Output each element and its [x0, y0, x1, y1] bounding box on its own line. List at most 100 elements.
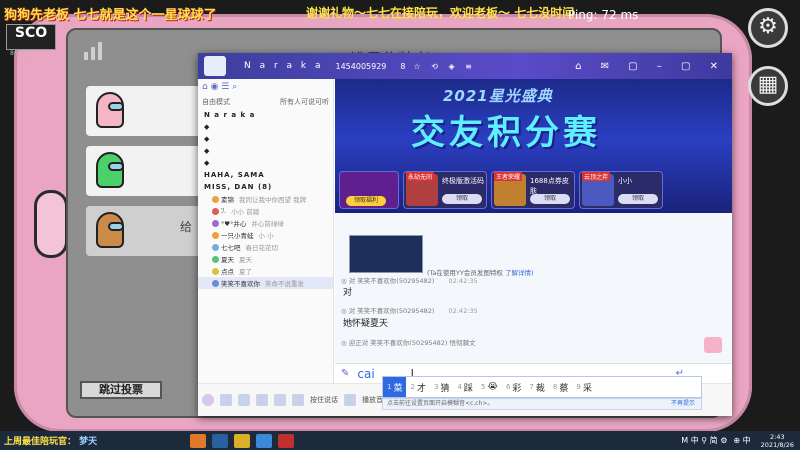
ime-candidate[interactable]: 7裁 [525, 377, 548, 397]
member-badge-icon [212, 219, 219, 227]
system-tray: M 中 ⚲ 简 ⚙ ⊕ 中 2:43 2021/8/26 [681, 433, 800, 449]
channel-item[interactable]: N a r a k a [198, 109, 333, 121]
member-row[interactable]: 一只小青蛙小 小 [198, 229, 333, 241]
window-controls[interactable]: ⌂ ✉ ▢ – ▢ ✕ [575, 61, 726, 72]
channel-item[interactable]: ◆ [198, 145, 333, 157]
candidate-text: 菜 [393, 383, 403, 394]
member-tag: 我同让我中你西望 我牌 [239, 196, 307, 204]
steam-icon[interactable] [212, 433, 228, 448]
event-banner[interactable]: 2021星光盛典 交友积分赛 领取福利 永劫无间 终极版激活码 领取 王者荣耀 1688点… [335, 79, 732, 213]
taskbar-app-icon[interactable] [190, 433, 206, 448]
claim-button[interactable]: 领取 [442, 194, 482, 204]
pen-icon[interactable]: ✎ [341, 368, 349, 379]
promo-card[interactable]: 王者荣耀 1688点券皮肤 领取 [491, 171, 575, 209]
signal-icon [84, 42, 102, 60]
ime-candidate[interactable]: 2才 [406, 377, 429, 397]
promo-card[interactable]: 领取福利 [339, 171, 399, 209]
lang-tray[interactable]: ⊕ 中 [733, 435, 750, 446]
skip-vote-button[interactable]: 跳过投票 [80, 381, 162, 399]
mixer-icon[interactable] [256, 394, 268, 406]
candidate-number: 5 [480, 383, 486, 391]
channel-item[interactable]: ◆ [198, 157, 333, 169]
candidate-number: 2 [410, 383, 415, 391]
promo-card[interactable]: 永劫无间 终极版激活码 领取 [403, 171, 487, 209]
gear-icon[interactable]: ⚙ [748, 8, 788, 48]
ime-candidate[interactable]: 5 😭 [477, 377, 502, 397]
mic-mode-desc: 所有人可说可听 [280, 98, 329, 106]
push-to-talk-label[interactable]: 按住说话 [310, 395, 338, 405]
candidate-number: 3 [433, 383, 439, 391]
marquee-name: 梦天 [79, 437, 98, 447]
window-titlebar[interactable]: N a r a k a 1454005929 8 ☆ ⟲ ◈ ≡ ⌂ ✉ ▢ –… [198, 53, 732, 79]
mic-icon[interactable] [220, 394, 232, 406]
channel-item[interactable]: ◆ [198, 133, 333, 145]
member-badge-icon [212, 279, 219, 287]
star-app-icon[interactable] [256, 433, 272, 448]
member-row[interactable]: 七七吧 春日花花切 [198, 241, 333, 253]
message-sender[interactable]: ◎ 对 笑笑不喜欢你(50295482) [341, 307, 434, 315]
ime-candidate[interactable]: 3猜 [430, 377, 453, 397]
player-card[interactable] [86, 86, 204, 136]
promo-label: 终极版激活码 [442, 177, 484, 185]
member-row[interactable]: 素锦 我同让我中你西望 我牌 [198, 193, 333, 205]
sidebar-tabs[interactable]: ⌂ ◉ ☰ ⌕ [198, 79, 333, 95]
message-meta: ◎ 对 笑笑不喜欢你(50295482) 02:42:35 [341, 305, 478, 315]
ime-tip-dismiss[interactable]: 不再提示 [671, 399, 695, 409]
claim-button[interactable]: 领取福利 [346, 196, 386, 206]
ime-tray[interactable]: M 中 ⚲ 简 ⚙ [681, 435, 727, 446]
member-row[interactable]: ℐ. 小小 前踏 [198, 205, 333, 217]
effects-icon[interactable] [274, 394, 286, 406]
member-row[interactable]: 点点 夏了 [198, 265, 333, 277]
member-tag: 夏了 [239, 268, 252, 276]
member-row[interactable]: 夏天 夏天 [198, 253, 333, 265]
claim-button[interactable]: 领取 [530, 194, 570, 204]
member-row[interactable]: °♥°井心 井心前绿绿 [198, 217, 333, 229]
promo-label: 1688点券皮肤 [530, 177, 569, 195]
message-sender[interactable]: ◎ 对 笑笑不喜欢你(50295482) [341, 277, 434, 285]
music-icon[interactable] [344, 394, 356, 406]
candidate-text: 蔡 [559, 383, 569, 394]
taskbar-marquee: 上周最佳陪玩官： 梦天 [0, 434, 190, 447]
candidate-text: 猜 [440, 383, 450, 394]
ime-candidate[interactable]: 4踩 [453, 377, 476, 397]
message-sender[interactable]: ◎ 迎正对 笑笑不喜欢你(50295482) 悟彻棘文 [341, 339, 476, 347]
ime-candidate[interactable]: 8蔡 [549, 377, 572, 397]
speaker-icon[interactable] [238, 394, 250, 406]
game-app-icon[interactable] [278, 433, 294, 448]
ime-candidate-bar: 1 菜 2 才 3 猜 4 踩 5 😭 6 彩 7 裁 8 蔡 9 采 [382, 376, 702, 398]
taskbar-app-icon[interactable] [234, 433, 250, 448]
channel-item[interactable]: HAHA, SAMA [198, 169, 333, 181]
stream-logo: SCO [6, 24, 56, 50]
mic-mode-label[interactable]: 自由模式 [202, 97, 230, 107]
member-row[interactable]: 笑笑不喜欢你 笑命不说重发 [198, 277, 333, 289]
push-to-talk-icon[interactable] [292, 394, 304, 406]
promo-tag: 云顶之弈 [582, 172, 611, 181]
member-name: 笑笑不喜欢你 [221, 280, 260, 288]
channel-item[interactable]: ◆ [198, 121, 333, 133]
message-input[interactable]: cai [357, 367, 374, 381]
ime-candidate[interactable]: 1菜 [383, 377, 407, 397]
member-name: 一只小青蛙 [221, 232, 254, 240]
avatar-icon[interactable] [202, 394, 214, 406]
player-card[interactable] [86, 146, 204, 196]
system-notice-link[interactable]: 了解详情) [505, 269, 534, 277]
promo-card[interactable]: 云顶之弈 小小领取 [579, 171, 663, 209]
member-name: 七七吧 [221, 244, 241, 252]
channel-item[interactable]: MISS, DAN (8) [198, 181, 333, 193]
ime-candidate[interactable]: 9采 [572, 377, 595, 397]
chat-image[interactable] [349, 235, 423, 273]
channel-avatar[interactable] [204, 56, 226, 76]
member-tag: 小 小 [258, 232, 274, 240]
member-name: ℐ. [221, 207, 227, 215]
stream-overlay-text: 狗狗先老板 七七就是这个一星球球了 [4, 8, 217, 23]
member-name: 素锦 [221, 196, 234, 204]
clock[interactable]: 2:43 2021/8/26 [761, 433, 794, 449]
title-tool-icons[interactable]: ☆ ⟲ ◈ ≡ [414, 62, 476, 71]
promo-label: 小小 [618, 177, 632, 185]
map-icon[interactable]: ▦ [748, 66, 788, 106]
ime-candidate[interactable]: 6彩 [502, 377, 525, 397]
my-avatar[interactable] [704, 337, 722, 353]
member-badge-icon [212, 207, 219, 215]
claim-button[interactable]: 领取 [618, 194, 658, 204]
tablet-home-button[interactable] [34, 190, 68, 258]
